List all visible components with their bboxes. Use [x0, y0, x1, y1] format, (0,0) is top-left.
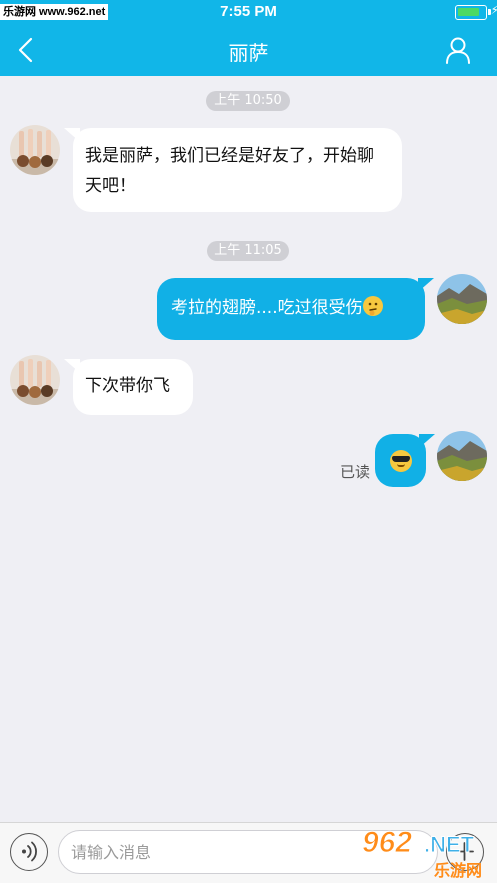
message-text: 我是丽萨，我们已经是好友了，开始聊天吧！ — [85, 146, 374, 196]
incoming-message-bubble[interactable]: 我是丽萨，我们已经是好友了，开始聊天吧！ — [64, 128, 402, 212]
sunglasses-face-icon — [390, 450, 412, 472]
outgoing-message-bubble[interactable]: 考拉的翅膀....吃过很受伤 — [157, 278, 434, 340]
person-icon — [446, 37, 470, 64]
voice-icon — [22, 841, 37, 862]
avatar-image — [437, 274, 487, 324]
message-timestamp: 上午 11:05 — [207, 241, 289, 261]
page-title: 丽萨 — [228, 41, 269, 65]
voice-button[interactable] — [10, 833, 48, 871]
thinking-face-icon — [362, 296, 383, 316]
battery-level — [458, 8, 479, 16]
contact-avatar[interactable] — [10, 125, 60, 175]
bubble-tail — [64, 359, 80, 373]
nav-bar: 丽萨 — [0, 24, 497, 76]
bubble-tail — [64, 128, 80, 142]
watermark-number: 962 — [361, 826, 413, 860]
contact-avatar[interactable] — [10, 355, 60, 405]
message-text: 下次带你飞 — [85, 376, 170, 396]
profile-button[interactable] — [445, 36, 471, 64]
smile — [397, 464, 405, 467]
battery-icon — [455, 5, 487, 20]
avatar-image — [437, 431, 487, 481]
watermark-site: 乐游网 — [434, 861, 483, 880]
message-text: 考拉的翅膀....吃过很受伤 — [171, 298, 363, 318]
charging-icon: ⚡ — [490, 3, 497, 17]
read-status: 已读 — [340, 463, 371, 481]
my-avatar[interactable] — [437, 431, 487, 481]
message-timestamp: 上午 10:50 — [206, 91, 290, 111]
watermark-net: .NET — [423, 832, 475, 858]
my-avatar[interactable] — [437, 274, 487, 324]
status-bar: 乐游网 www.962.net 7:55 PM ⚡ — [0, 0, 497, 24]
bubble-tail — [419, 434, 435, 448]
status-time: 7:55 PM — [220, 3, 277, 20]
avatar-image — [10, 355, 60, 405]
outgoing-message-bubble[interactable] — [375, 434, 435, 487]
bubble-tail — [418, 278, 434, 292]
incoming-message-bubble[interactable]: 下次带你飞 — [64, 359, 193, 415]
avatar-image — [10, 125, 60, 175]
sunglasses — [392, 456, 410, 462]
watermark-logo: 962 .NET 乐游网 — [361, 826, 492, 881]
